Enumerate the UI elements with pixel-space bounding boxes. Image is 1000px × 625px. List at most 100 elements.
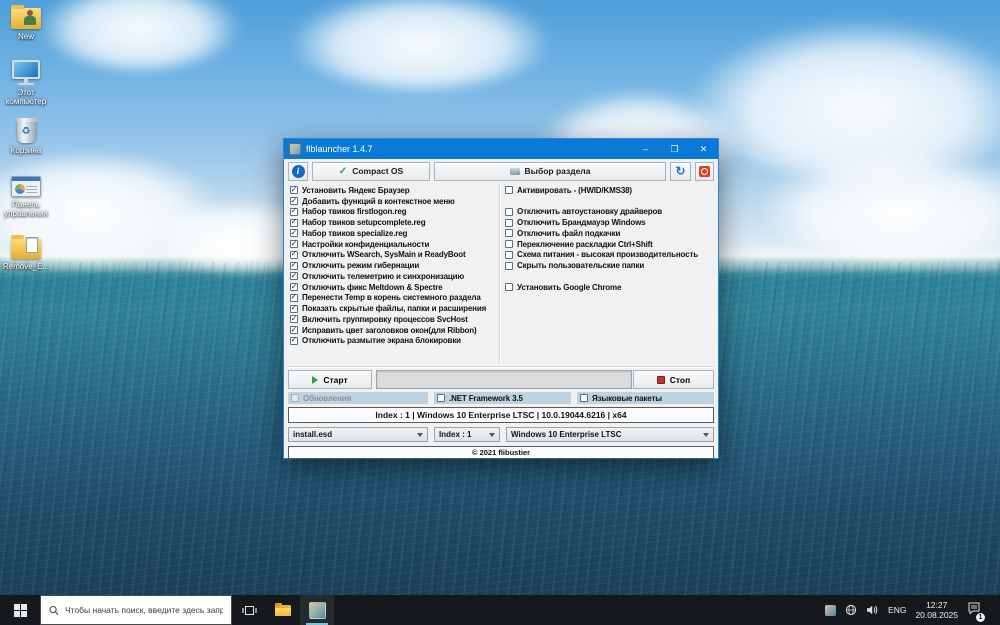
stop-button[interactable]: Стоп — [633, 370, 714, 389]
power-button[interactable] — [695, 162, 714, 181]
flblauncher-taskbar-button[interactable] — [300, 595, 334, 625]
option-row[interactable]: Отключить фикс Meltdown & Spectre — [290, 282, 500, 293]
checkbox[interactable] — [290, 251, 298, 259]
checkbox[interactable] — [290, 219, 298, 227]
checkbox[interactable] — [290, 283, 298, 291]
option-row[interactable]: Отключить автоустановку драйверов — [505, 207, 715, 218]
drive-icon — [510, 168, 520, 175]
option-row[interactable]: Переключение раскладки Ctrl+Shift — [505, 239, 715, 250]
window-titlebar[interactable]: flblauncher 1.4.7 – ❐ ✕ — [284, 139, 718, 159]
volume-icon[interactable] — [866, 604, 879, 616]
checkbox[interactable] — [505, 229, 513, 237]
option-row[interactable]: Установить Google Chrome — [505, 282, 715, 293]
partition-select-button[interactable]: Выбор раздела — [434, 162, 666, 181]
checkbox[interactable] — [505, 283, 513, 291]
checkbox[interactable] — [290, 208, 298, 216]
option-row[interactable]: Набор твиков specialize.reg — [290, 228, 500, 239]
file-explorer-button[interactable] — [266, 595, 300, 625]
option-row[interactable]: Набор твиков setupcomplete.reg — [290, 217, 500, 228]
checkbox[interactable] — [505, 262, 513, 270]
desktop-icon-recycle-bin[interactable]: ♻ Корзина — [0, 120, 52, 155]
tray-app-icon[interactable] — [825, 605, 836, 616]
task-view-button[interactable] — [232, 595, 266, 625]
start-button[interactable]: Старт — [288, 370, 372, 389]
language-indicator[interactable]: ENG — [888, 605, 906, 615]
option-row[interactable]: Отключить телеметрию и синхронизацию — [290, 271, 500, 282]
option-row[interactable]: Исправить цвет заголовков окон(для Ribbo… — [290, 325, 500, 336]
column-divider — [499, 183, 501, 363]
maximize-button[interactable]: ❐ — [660, 139, 689, 159]
checkbox[interactable] — [290, 305, 298, 313]
desktop-icon-remove-folder[interactable]: Remove_E... — [0, 238, 52, 271]
taskbar-search[interactable] — [40, 595, 232, 625]
image-file-select[interactable]: install.esd — [288, 427, 428, 442]
edition-select[interactable]: Windows 10 Enterprise LTSC — [506, 427, 714, 442]
option-row[interactable]: Отключить WSearch, SysMain и ReadyBoot — [290, 250, 500, 261]
compact-os-button[interactable]: ✓ Compact OS — [312, 162, 430, 181]
chevron-down-icon — [417, 433, 423, 437]
control-panel-icon — [11, 176, 41, 197]
net-framework-option[interactable]: .NET Framework 3.5 — [434, 392, 571, 404]
option-row[interactable]: Отключить режим гибернации — [290, 260, 500, 271]
checkbox[interactable] — [580, 394, 588, 402]
option-row[interactable]: Установить Яндекс Браузер — [290, 185, 500, 196]
desktop-icon-control-panel[interactable]: Панель управления — [0, 176, 52, 218]
checkbox[interactable] — [290, 197, 298, 205]
close-button[interactable]: ✕ — [689, 139, 718, 159]
info-button[interactable]: i — [288, 162, 308, 181]
network-globe-icon[interactable] — [845, 604, 857, 616]
clock[interactable]: 12:27 20.08.2025 — [915, 600, 958, 620]
minimize-button[interactable]: – — [631, 139, 660, 159]
updates-option: Обновления — [288, 392, 428, 404]
search-input[interactable] — [65, 605, 223, 615]
checkbox[interactable] — [505, 240, 513, 248]
checkbox[interactable] — [290, 326, 298, 334]
option-row[interactable]: Отключить файл подкачки — [505, 228, 715, 239]
checkbox[interactable] — [437, 394, 445, 402]
toolbar: i ✓ Compact OS Выбор раздела ↻ — [288, 161, 714, 181]
option-label: Показать скрытые файлы, папки и расширен… — [302, 304, 486, 313]
option-row[interactable]: Включить группировку процессов SvcHost — [290, 314, 500, 325]
checkbox[interactable] — [290, 294, 298, 302]
option-row[interactable]: Скрыть пользовательские папки — [505, 260, 715, 271]
checkbox[interactable] — [505, 186, 513, 194]
image-file-value: install.esd — [293, 430, 332, 439]
desktop-icon-new[interactable]: New — [0, 8, 52, 41]
option-row[interactable]: Набор твиков firstlogon.reg — [290, 207, 500, 218]
checkbox[interactable] — [505, 251, 513, 259]
checkbox[interactable] — [290, 337, 298, 345]
folder-document-icon — [11, 238, 41, 259]
option-row[interactable]: Активировать - (HWID/KMS38) — [505, 185, 715, 196]
checkbox[interactable] — [290, 186, 298, 194]
index-select[interactable]: Index : 1 — [434, 427, 500, 442]
chevron-down-icon — [489, 433, 495, 437]
option-row[interactable]: Схема питания - высокая производительнос… — [505, 250, 715, 261]
refresh-button[interactable]: ↻ — [670, 162, 691, 181]
desktop-icon-this-pc[interactable]: Этот компьютер — [0, 60, 52, 106]
language-packs-option[interactable]: Языковые пакеты — [577, 392, 714, 404]
checkbox[interactable] — [505, 219, 513, 227]
folder-user-icon — [11, 8, 41, 29]
option-row[interactable]: Настройки конфиденциальности — [290, 239, 500, 250]
option-row[interactable]: Добавить функций в контекстное меню — [290, 196, 500, 207]
checkbox[interactable] — [290, 229, 298, 237]
checkbox[interactable] — [290, 262, 298, 270]
checkbox[interactable] — [505, 208, 513, 216]
checkbox[interactable] — [290, 315, 298, 323]
checkbox[interactable] — [290, 240, 298, 248]
pie-chart-glyph — [15, 184, 25, 194]
option-label: Набор твиков specialize.reg — [302, 229, 407, 238]
option-row[interactable]: Показать скрытые файлы, папки и расширен… — [290, 303, 500, 314]
option-label: Включить группировку процессов SvcHost — [302, 315, 468, 324]
option-row[interactable]: Перенести Temp в корень системного разде… — [290, 293, 500, 304]
options-column-left: Установить Яндекс Браузер Добавить функц… — [290, 185, 500, 346]
action-center-button[interactable]: 1 — [967, 601, 981, 619]
option-row[interactable]: Отключить размытие экрана блокировки — [290, 336, 500, 347]
checkbox[interactable] — [290, 272, 298, 280]
window-controls: – ❐ ✕ — [631, 139, 718, 159]
start-menu-button[interactable] — [0, 595, 40, 625]
option-row[interactable]: Отключить Брандмауэр Windows — [505, 217, 715, 228]
monitor-base — [18, 83, 34, 85]
document-page — [26, 237, 38, 253]
cloud — [290, 0, 550, 90]
